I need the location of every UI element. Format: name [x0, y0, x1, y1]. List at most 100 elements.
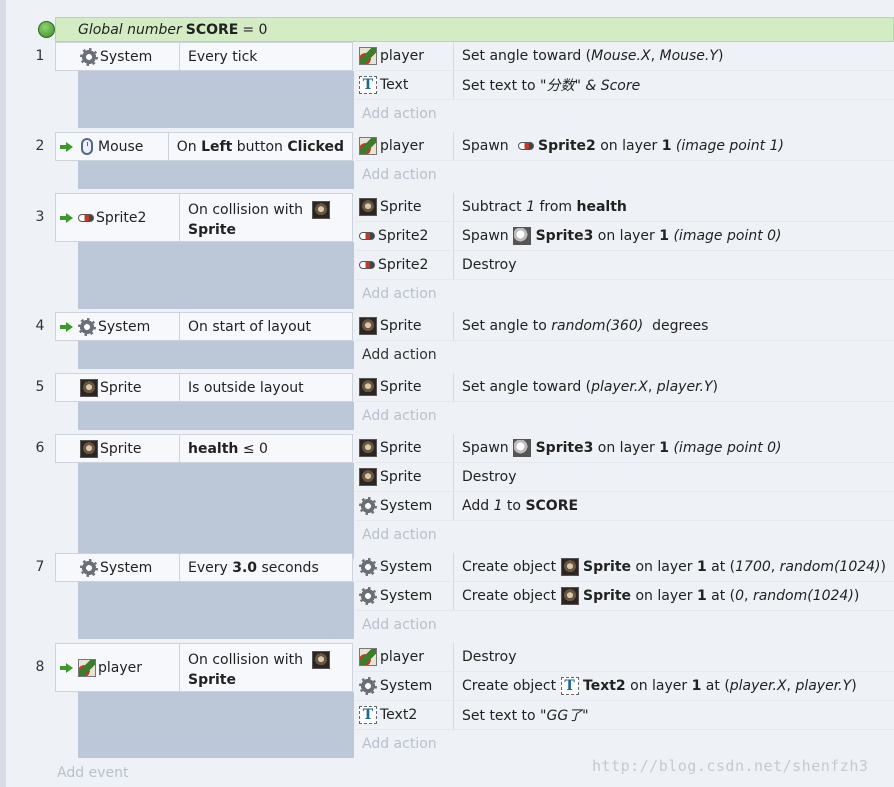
action-text: Destroy	[462, 649, 517, 665]
sprite-icon	[80, 378, 98, 397]
event-number: 2	[35, 138, 45, 154]
global-variable-row[interactable]: Global number SCORE = 0	[38, 17, 894, 42]
action-object: Text2	[380, 707, 418, 723]
sprite-icon	[359, 468, 377, 486]
condition-text: On start of layout	[188, 318, 312, 335]
action-row[interactable]: System Create object Sprite on layer 1 a…	[355, 553, 894, 582]
gear-icon	[359, 677, 377, 695]
global-var-prefix: Global number	[78, 21, 182, 38]
add-action-link[interactable]: Add action	[362, 167, 437, 183]
action-row[interactable]: Sprite2 Spawn Sprite3 on layer 1 (image …	[355, 222, 894, 251]
condition-row[interactable]: System On start of layout	[55, 312, 353, 341]
gear-icon	[359, 497, 377, 515]
event-block-filler	[78, 161, 354, 189]
condition-row[interactable]: Sprite health ≤ 0	[55, 434, 353, 463]
action-row[interactable]: player Set angle toward (Mouse.X, Mouse.…	[355, 42, 894, 71]
action-row[interactable]: System Add 1 to SCORE	[355, 492, 894, 521]
condition-object: System	[100, 48, 153, 65]
action-object: player	[380, 649, 425, 665]
action-row[interactable]: Sprite2 Destroy	[355, 251, 894, 280]
condition-text: health ≤ 0	[188, 440, 268, 457]
condition-row[interactable]: Mouse On Left button Clicked	[55, 132, 353, 161]
add-action-link[interactable]: Add action	[362, 347, 437, 363]
action-row[interactable]: T Text2 Set text to "GG了"	[355, 701, 894, 730]
condition-text: On collision with Sprite	[180, 194, 352, 241]
condition-text: Every 3.0 seconds	[188, 559, 319, 576]
action-object: Sprite	[380, 440, 422, 456]
action-object: player	[380, 48, 425, 64]
action-text: Create object Sprite on layer 1 at (0, r…	[462, 587, 860, 605]
action-object: Text	[380, 77, 409, 93]
player-sprite-icon	[359, 648, 377, 666]
condition-row[interactable]: Sprite Is outside layout	[55, 373, 353, 402]
action-object: Sprite	[380, 379, 422, 395]
globe-icon	[38, 21, 55, 38]
sprite-icon	[560, 558, 579, 576]
add-action-link[interactable]: Add action	[362, 527, 437, 543]
text-object-icon: T	[359, 76, 377, 94]
trigger-arrow-icon	[60, 662, 73, 673]
event-number: 8	[35, 659, 45, 675]
add-action-link[interactable]: Add action	[362, 106, 437, 122]
text-object-icon: T	[359, 706, 377, 724]
condition-row[interactable]: System Every tick	[55, 42, 353, 71]
action-text: Set angle toward (player.X, player.Y)	[462, 379, 718, 395]
event-block-filler	[78, 463, 354, 559]
add-action-link[interactable]: Add action	[362, 408, 437, 424]
sprite-icon	[359, 317, 377, 335]
event-number: 4	[35, 318, 45, 334]
action-row[interactable]: player Spawn Sprite2 on layer 1 (image p…	[355, 132, 894, 161]
gear-icon	[80, 558, 98, 577]
action-object: System	[380, 678, 433, 694]
action-object: System	[380, 559, 433, 575]
action-text: Subtract 1 from health	[462, 199, 627, 215]
event-block-filler	[78, 692, 354, 758]
action-row[interactable]: T Text Set text to "分数" & Score	[355, 71, 894, 100]
action-text: Spawn Sprite3 on layer 1 (image point 0)	[462, 439, 782, 457]
condition-object: Mouse	[98, 138, 144, 155]
event-number: 1	[35, 48, 45, 64]
condition-row[interactable]: System Every 3.0 seconds	[55, 553, 353, 582]
gear-icon	[359, 558, 377, 576]
player-sprite-icon	[78, 658, 96, 677]
sprite2-icon	[359, 232, 375, 240]
sprite2-icon	[78, 213, 94, 222]
action-row[interactable]: System Create object Sprite on layer 1 a…	[355, 582, 894, 611]
sprite-icon	[311, 201, 330, 219]
condition-row[interactable]: Sprite2 On collision with Sprite	[55, 193, 353, 242]
action-text: Set angle toward (Mouse.X, Mouse.Y)	[462, 48, 724, 64]
sprite-icon	[359, 198, 377, 216]
action-row[interactable]: System Create object T Text2 on layer 1 …	[355, 672, 894, 701]
action-row[interactable]: Sprite Set angle to random(360) degrees	[355, 312, 894, 341]
event-sheet: Global number SCORE = 0 1 System Every t…	[0, 0, 894, 787]
action-row[interactable]: Sprite Set angle toward (player.X, playe…	[355, 373, 894, 402]
sprite2-icon	[359, 261, 375, 269]
gear-icon	[80, 47, 98, 66]
action-row[interactable]: Sprite Spawn Sprite3 on layer 1 (image p…	[355, 434, 894, 463]
trigger-arrow-icon	[60, 141, 73, 152]
sprite-icon	[359, 439, 377, 457]
add-action-link[interactable]: Add action	[362, 286, 437, 302]
trigger-arrow-icon	[60, 212, 73, 223]
action-row[interactable]: Sprite Subtract 1 from health	[355, 193, 894, 222]
condition-object: System	[100, 559, 153, 576]
action-text: Set angle to random(360) degrees	[462, 318, 709, 334]
action-row[interactable]: player Destroy	[355, 643, 894, 672]
condition-row[interactable]: player On collision with Sprite	[55, 643, 353, 692]
add-event-link[interactable]: Add event	[57, 765, 128, 781]
condition-text: Every tick	[188, 48, 258, 65]
action-object: Sprite2	[378, 257, 429, 273]
condition-object: Sprite	[100, 379, 142, 396]
action-text: Spawn Sprite2 on layer 1 (image point 1)	[462, 138, 784, 154]
add-action-link[interactable]: Add action	[362, 736, 437, 752]
action-row[interactable]: Sprite Destroy	[355, 463, 894, 492]
add-action-link[interactable]: Add action	[362, 617, 437, 633]
action-text: Create object Sprite on layer 1 at (1700…	[462, 558, 886, 576]
event-block-filler	[78, 582, 354, 639]
event-number: 7	[35, 559, 45, 575]
gear-icon	[78, 317, 96, 336]
action-object: player	[380, 138, 425, 154]
action-text: Add 1 to SCORE	[462, 498, 579, 514]
action-text: Spawn Sprite3 on layer 1 (image point 0)	[462, 227, 782, 245]
event-block-filler	[78, 71, 354, 128]
